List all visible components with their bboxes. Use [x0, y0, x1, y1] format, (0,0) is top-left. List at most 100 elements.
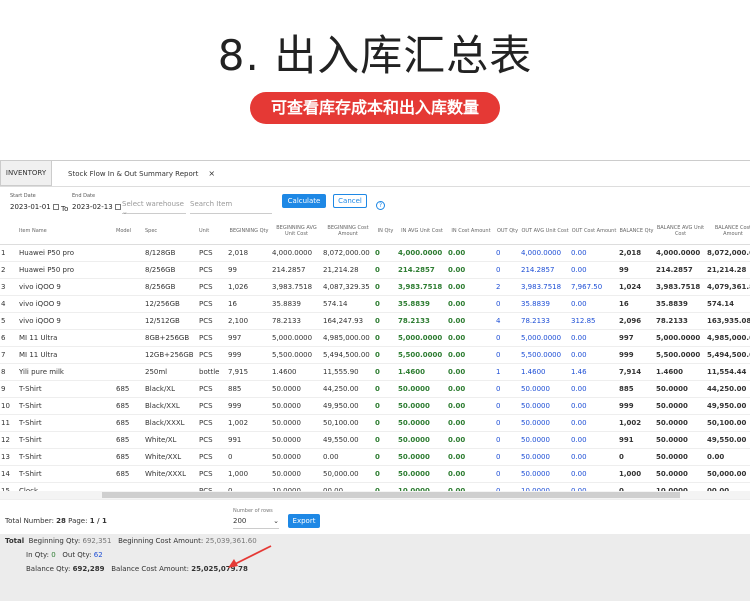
table-row[interactable]: 3 vivo iQOO 9 8/256GB PCS 1,026 3,983.7518 4,0…	[0, 278, 750, 296]
table-row[interactable]: 9 T-Shirt 685 Black/XL PCS 885 50.0000 44,250.0…	[0, 380, 750, 398]
table-row[interactable]: 12 T-Shirt 685 White/XL PCS 991 50.0000 49,550.…	[0, 431, 750, 449]
table-cell	[115, 295, 144, 313]
column-header[interactable]: BEGINNING Cost Amount	[322, 219, 374, 245]
table-cell	[115, 363, 144, 381]
in-qty-label: In Qty:	[26, 551, 49, 559]
column-header[interactable]: BEGINNING Qty	[227, 219, 271, 245]
column-header[interactable]: BEGINNING AVG Unit Cost	[271, 219, 322, 245]
table-cell: 0.00	[570, 295, 618, 313]
table-row[interactable]: 14 T-Shirt 685 White/XXXL PCS 1,000 50.0000 50,…	[0, 465, 750, 483]
table-cell: 12GB+256GB	[144, 346, 198, 364]
table-cell: 0.00	[447, 380, 495, 398]
table-cell: 5,494,500.00	[322, 346, 374, 364]
table-cell: White/XL	[144, 431, 198, 449]
table-cell: 885	[227, 380, 271, 398]
table-cell: 0	[374, 278, 397, 296]
column-header[interactable]: Model	[115, 219, 144, 245]
table-cell: 8	[0, 363, 18, 381]
scrollbar-thumb[interactable]	[102, 492, 680, 498]
out-qty-label: Out Qty:	[62, 551, 92, 559]
table-cell: 0	[374, 261, 397, 279]
table-cell: 163,935.08	[706, 312, 750, 330]
table-cell: 5,000.0000	[655, 329, 706, 347]
table-cell: 50.0000	[520, 448, 570, 466]
column-header[interactable]: BALANCE AVG Unit Cost	[655, 219, 706, 245]
table-cell: 50.0000	[271, 380, 322, 398]
table-cell: 8/128GB	[144, 244, 198, 262]
table-cell: 0.00	[447, 414, 495, 432]
table-cell: 5	[0, 312, 18, 330]
table-cell: 0	[495, 346, 520, 364]
column-header[interactable]: Spec	[144, 219, 198, 245]
table-cell: vivo iQOO 9	[18, 295, 115, 313]
table-cell: 10	[0, 397, 18, 415]
end-date-input[interactable]: 2023-02-13	[72, 203, 121, 211]
table-row[interactable]: 8 Yili pure milk 250ml bottle 7,915 1.4600 11,…	[0, 363, 750, 381]
cancel-button[interactable]: Cancel	[333, 194, 367, 208]
table-cell: 0	[618, 448, 655, 466]
column-header[interactable]: Unit	[198, 219, 227, 245]
tab-inventory[interactable]: INVENTORY	[0, 161, 52, 186]
column-header[interactable]: IN AVG Unit Cost	[397, 219, 447, 245]
help-icon[interactable]: ?	[376, 201, 385, 210]
start-date-input[interactable]: 2023-01-01	[10, 203, 59, 211]
table-row[interactable]: 2 Huawei P50 pro 8/256GB PCS 99 214.2857 21,21…	[0, 261, 750, 279]
rows-select[interactable]: 200 ⌄	[233, 517, 279, 529]
table-cell: 50.0000	[271, 397, 322, 415]
table-cell: 0	[374, 295, 397, 313]
table-cell: 50.0000	[397, 431, 447, 449]
table-row[interactable]: 11 T-Shirt 685 Black/XXXL PCS 1,002 50.0000 50,…	[0, 414, 750, 432]
table-cell: 1	[495, 363, 520, 381]
table-cell: 50.0000	[655, 448, 706, 466]
table-row[interactable]: 10 T-Shirt 685 Black/XXL PCS 999 50.0000 49,950…	[0, 397, 750, 415]
column-header[interactable]: BALANCE Cost Amount	[706, 219, 750, 245]
table-cell: 1,000	[227, 465, 271, 483]
column-header[interactable]: IN Cost Amount	[447, 219, 495, 245]
table-cell: 50.0000	[655, 431, 706, 449]
calculate-button[interactable]: Calculate	[282, 194, 326, 208]
column-header[interactable]: OUT AVG Unit Cost	[520, 219, 570, 245]
calendar-icon[interactable]	[52, 204, 59, 210]
table-cell: T-Shirt	[18, 431, 115, 449]
table-row[interactable]: 1 Huawei P50 pro 8/128GB PCS 2,018 4,000.0000…	[0, 244, 750, 262]
warehouse-placeholder: Select warehouse	[122, 200, 184, 208]
close-icon[interactable]: ×	[208, 169, 215, 178]
column-header[interactable]: BALANCE Qty	[618, 219, 655, 245]
table-row[interactable]: 5 vivo iQOO 9 12/512GB PCS 2,100 78.2133 164,2…	[0, 312, 750, 330]
table-cell: 50,000.00	[322, 465, 374, 483]
table-cell: 0	[227, 448, 271, 466]
search-item-placeholder: Search Item	[190, 200, 233, 208]
export-button[interactable]: Export	[288, 514, 320, 528]
search-item-input[interactable]: Search Item	[190, 200, 272, 214]
table-cell: 0	[495, 244, 520, 262]
table-cell: PCS	[198, 397, 227, 415]
table-row[interactable]: 13 T-Shirt 685 White/XXL PCS 0 50.0000 0.00 0 50.…	[0, 448, 750, 466]
table-cell: 1.4600	[520, 363, 570, 381]
tab-report[interactable]: Stock Flow In & Out Summary Report ×	[52, 161, 225, 186]
table-cell: 50.0000	[271, 431, 322, 449]
total-number-value: 28	[56, 517, 66, 525]
calendar-icon[interactable]	[114, 204, 121, 210]
table-row[interactable]: 6 MI 11 Ultra 8GB+256GB PCS 997 5,000.0000 4,9…	[0, 329, 750, 347]
table-cell: 4,985,000.00	[706, 329, 750, 347]
table-row[interactable]: 4 vivo iQOO 9 12/256GB PCS 16 35.8839 574.14 0 3…	[0, 295, 750, 313]
column-header[interactable]	[0, 219, 18, 245]
horizontal-scrollbar[interactable]	[0, 491, 750, 499]
warehouse-select[interactable]: Select warehouse ⌄	[122, 200, 186, 216]
column-header[interactable]: OUT Cost Amount	[570, 219, 618, 245]
table-cell: 4	[495, 312, 520, 330]
annotation-arrow-icon	[228, 545, 272, 568]
table-cell: 5,500.0000	[520, 346, 570, 364]
table-cell	[115, 244, 144, 262]
column-header[interactable]: Item Name	[18, 219, 115, 245]
table-cell: Huawei P50 pro	[18, 261, 115, 279]
table-cell: 49,950.00	[322, 397, 374, 415]
table-cell: MI 11 Ultra	[18, 346, 115, 364]
column-header[interactable]: IN Qty	[374, 219, 397, 245]
table-cell: 164,247.93	[322, 312, 374, 330]
table-cell: 685	[115, 380, 144, 398]
table-cell: 1,002	[618, 414, 655, 432]
table-cell: 685	[115, 431, 144, 449]
column-header[interactable]: OUT Qty	[495, 219, 520, 245]
table-row[interactable]: 7 MI 11 Ultra 12GB+256GB PCS 999 5,500.0000 5,…	[0, 346, 750, 364]
